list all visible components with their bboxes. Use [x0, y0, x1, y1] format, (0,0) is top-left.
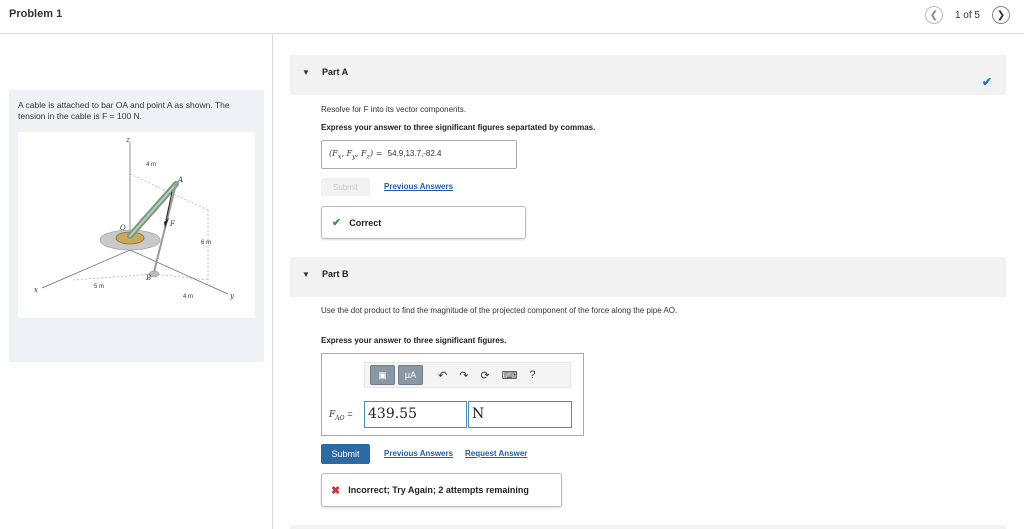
problem-title: Problem 1: [9, 8, 63, 20]
label-z: z: [125, 136, 130, 144]
x-axis: [41, 249, 131, 289]
part-a-instruction-bold: Express your answer to three significant…: [321, 123, 596, 132]
problem-text: A cable is attached to bar OA and point …: [18, 100, 230, 121]
part-a-instruction: Resolve for F into its vector components…: [321, 105, 466, 114]
problem-figure: z x y A O B F 4 m 6 m 5 m 4 m: [18, 132, 255, 318]
label-dim-5m: 5 m: [94, 284, 104, 290]
part-a-feedback: ✔ Correct: [321, 206, 526, 239]
construction-line: [72, 273, 155, 281]
part-b-submit-button[interactable]: Submit: [321, 444, 370, 464]
pager-text: 1 of 5: [954, 9, 980, 21]
pager: ❮ 1 of 5 ❯: [924, 6, 1010, 24]
part-a-answer-value: 54.9,13.7,-82.4: [387, 149, 442, 158]
caret-down-icon[interactable]: ▼: [302, 68, 310, 77]
label-dim-6m: 6 m: [201, 240, 211, 246]
part-b-instruction: Use the dot product to find the magnitud…: [321, 306, 678, 315]
x-mark-icon: ✖: [331, 484, 341, 497]
problem-statement-box: A cable is attached to bar OA and point …: [9, 90, 264, 362]
part-a-label: Part A: [322, 67, 349, 77]
label-b: B: [145, 274, 151, 282]
undo-icon[interactable]: ↶: [438, 369, 447, 382]
math-toolbar: ▣ μA ↶ ↷ ⟳ ⌨ ?: [364, 362, 571, 388]
label-dim-4m-top: 4 m: [146, 162, 156, 168]
reset-icon[interactable]: ⟳: [480, 369, 489, 382]
mu-a-button[interactable]: μA: [398, 365, 423, 385]
construction-line: [153, 273, 209, 281]
label-a: A: [177, 176, 183, 184]
part-b-feedback-text: Incorrect; Try Again; 2 attempts remaini…: [348, 485, 529, 495]
part-a-feedback-text: Correct: [349, 217, 382, 228]
help-button[interactable]: ?: [530, 369, 536, 381]
part-b-previous-answers-link[interactable]: Previous Answers: [384, 449, 453, 458]
part-a-previous-answers-link[interactable]: Previous Answers: [384, 182, 453, 191]
part-a-answer-field[interactable]: (Fx, Fy, Fz) = 54.9,13.7,-82.4: [321, 140, 517, 169]
checkmark-icon: ✔: [332, 217, 342, 229]
part-b-instruction-bold: Express your answer to three significant…: [321, 336, 507, 345]
part-b-request-answer-link[interactable]: Request Answer: [465, 449, 527, 458]
label-o: O: [120, 224, 126, 232]
label-x: x: [34, 286, 38, 294]
figure-svg: z x y A O B F 4 m 6 m 5 m 4 m: [34, 136, 235, 300]
caret-down-icon[interactable]: ▼: [302, 270, 310, 279]
label-y: y: [229, 292, 235, 300]
part-a-answer-label: (Fx, Fy, Fz) =: [329, 149, 383, 161]
redo-icon[interactable]: ↷: [459, 369, 468, 382]
fao-label: FAO =: [329, 409, 353, 422]
label-f: F: [169, 220, 176, 228]
answer-panel: ▼ Part A ✔ Resolve for F into its vector…: [290, 35, 1006, 529]
part-b-answer-editor: ▣ μA ↶ ↷ ⟳ ⌨ ? FAO = 439.55 N: [321, 353, 584, 436]
chevron-right-icon[interactable]: ❯: [992, 6, 1010, 24]
fao-unit-input[interactable]: N: [468, 401, 572, 428]
templates-icon[interactable]: ▣: [370, 365, 395, 385]
problem-panel: A cable is attached to bar OA and point …: [0, 35, 273, 529]
top-bar: Problem 1 ❮ 1 of 5 ❯: [0, 0, 1024, 34]
part-a-header[interactable]: ▼ Part A ✔: [290, 55, 1006, 95]
bottom-divider: [290, 525, 1006, 529]
check-icon: ✔: [981, 75, 992, 89]
part-b-feedback: ✖ Incorrect; Try Again; 2 attempts remai…: [321, 473, 562, 507]
keyboard-icon[interactable]: ⌨: [502, 369, 518, 382]
fao-value-input[interactable]: 439.55: [364, 401, 467, 428]
part-b-header[interactable]: ▼ Part B: [290, 257, 1006, 297]
part-b-label: Part B: [322, 269, 349, 279]
chevron-left-icon[interactable]: ❮: [924, 6, 943, 24]
y-axis: [129, 249, 229, 295]
part-a-submit-button[interactable]: Submit: [321, 178, 370, 196]
label-dim-4m-bottom: 4 m: [183, 294, 193, 300]
